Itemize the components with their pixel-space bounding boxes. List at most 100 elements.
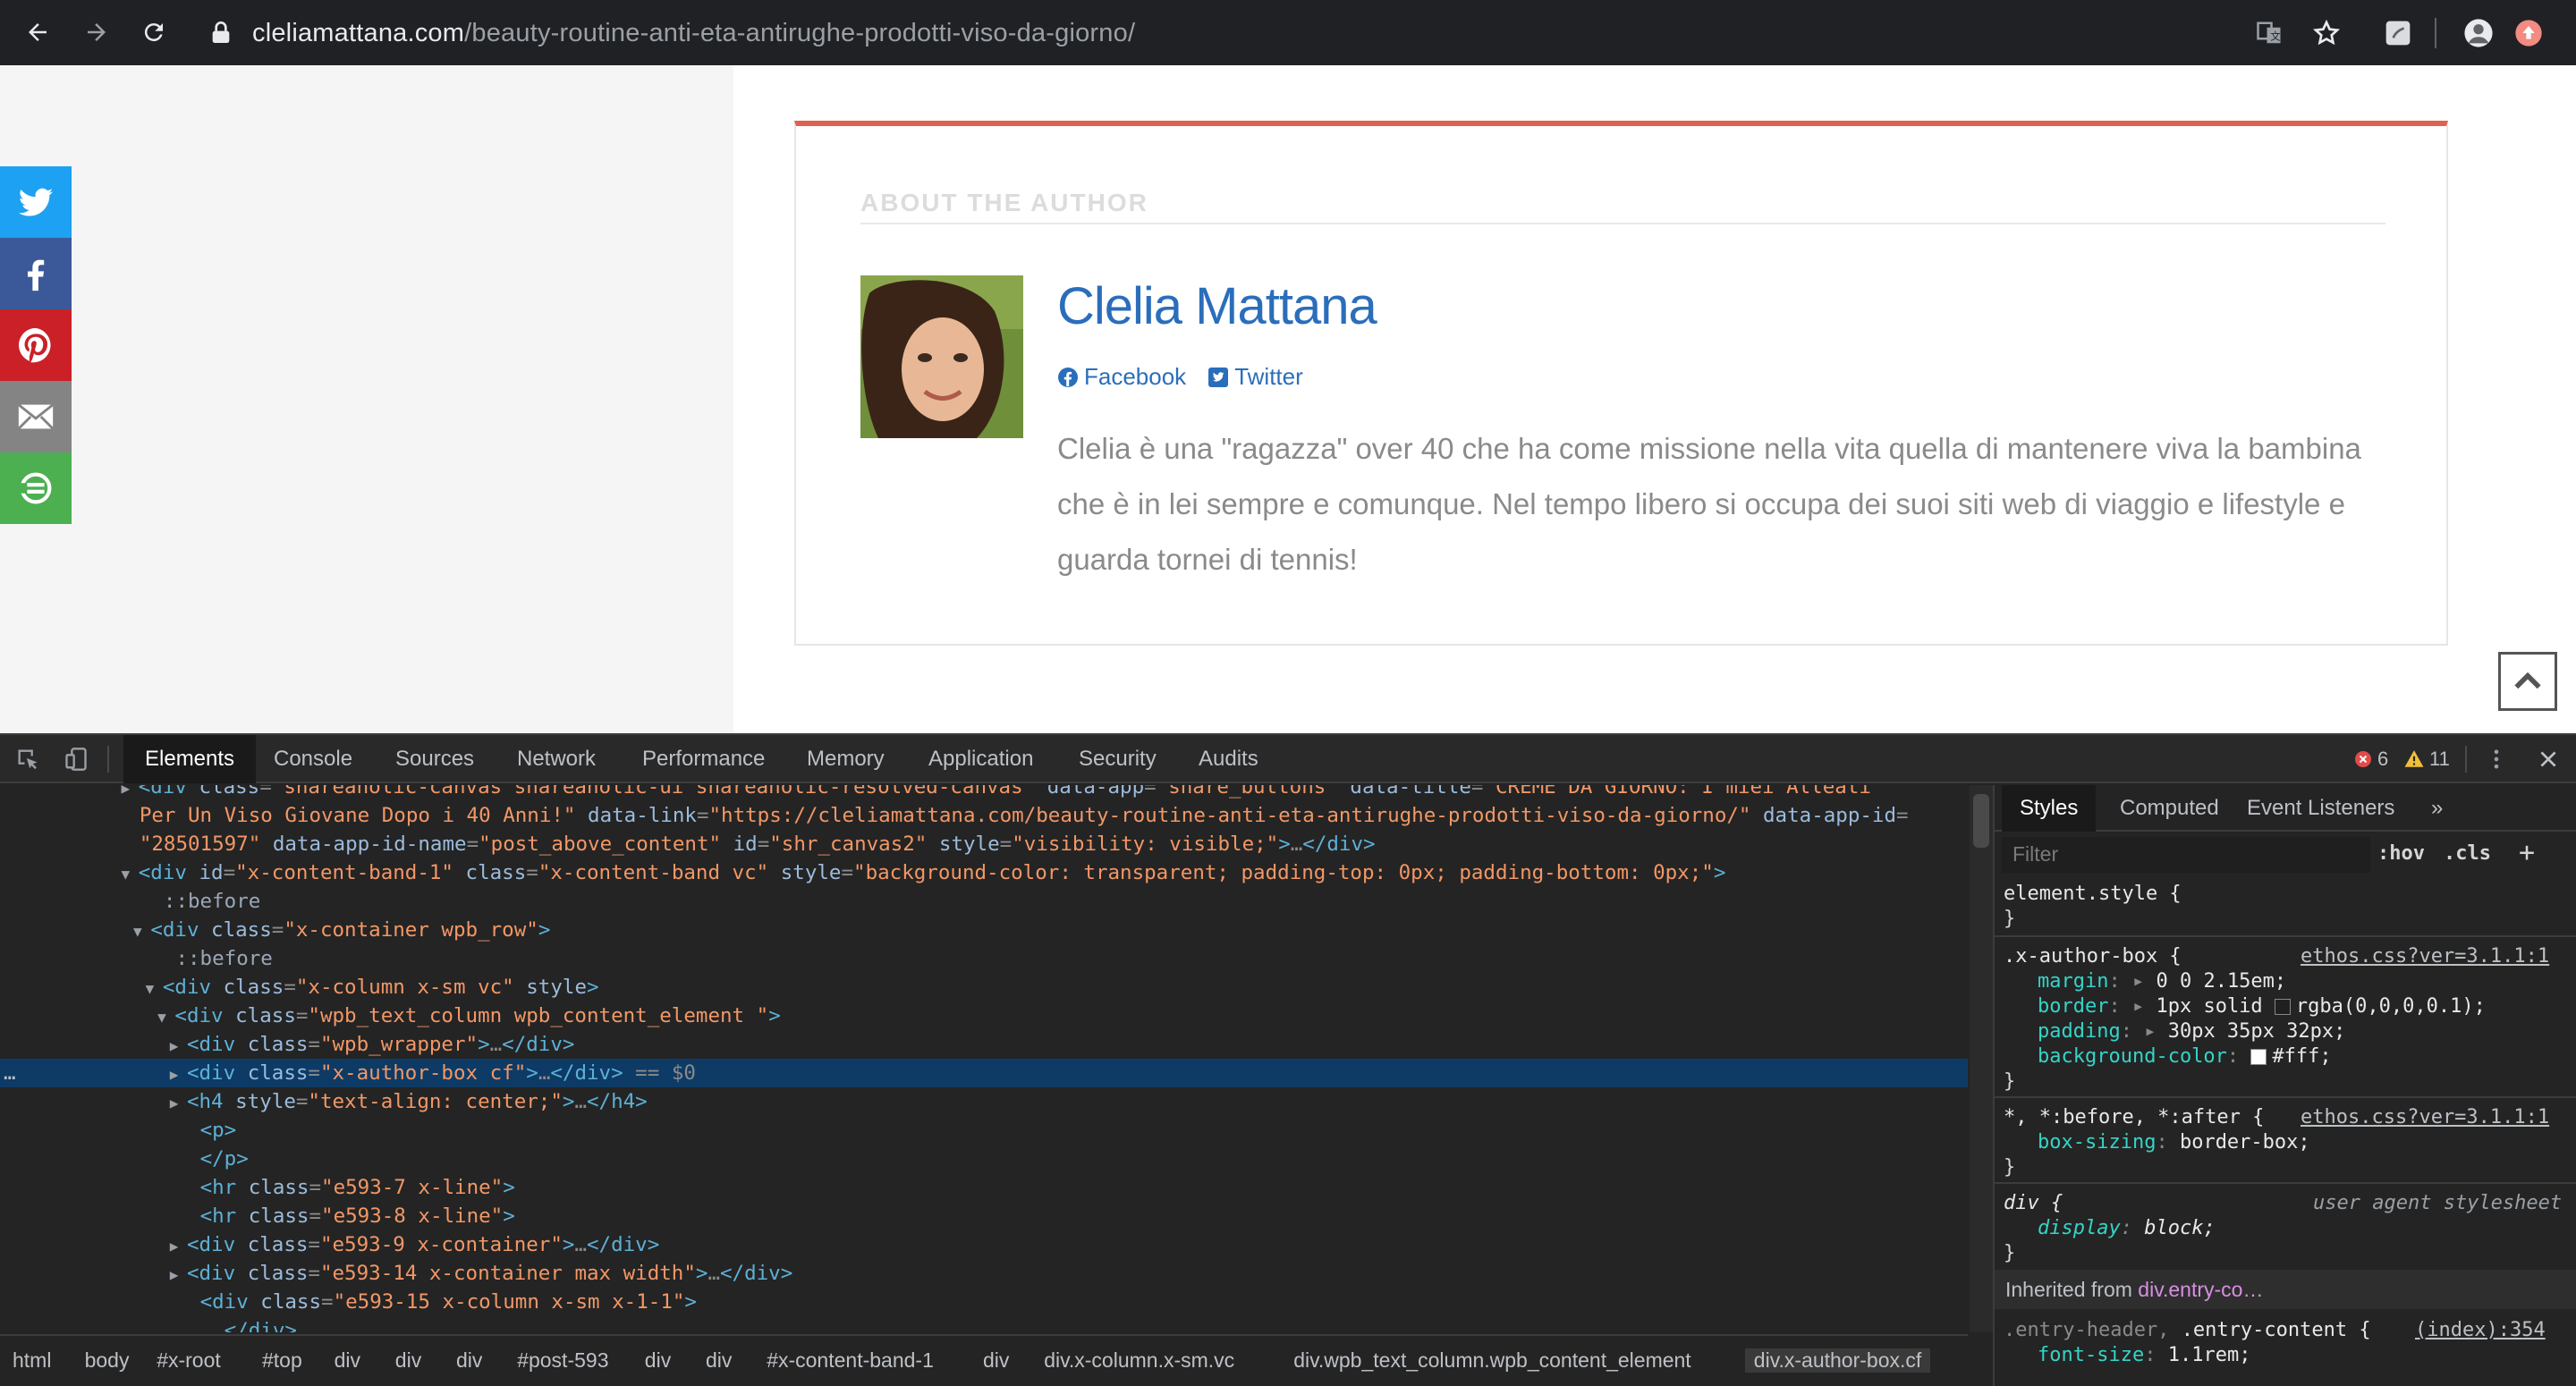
breadcrumb-item[interactable]: div — [335, 1348, 360, 1373]
dom-node[interactable]: ▼ <div class="x-container wpb_row"> — [0, 916, 1968, 944]
extension-icon[interactable] — [2383, 18, 2413, 48]
more-tabs-button[interactable]: » — [2413, 785, 2461, 832]
color-swatch[interactable] — [2250, 1049, 2267, 1065]
node-actions-ellipsis[interactable]: … — [4, 1059, 16, 1087]
profile-avatar-icon[interactable] — [2463, 18, 2494, 48]
reload-button[interactable] — [134, 13, 174, 52]
kebab-menu-icon[interactable] — [2483, 746, 2510, 773]
inspect-element-icon[interactable] — [14, 746, 41, 773]
rule-universal-selector[interactable]: *, *:before, *:after { — [2004, 1105, 2264, 1130]
prop-padding[interactable]: padding: ▸ 30px 35px 32px; — [2038, 1019, 2345, 1044]
prop-box-sizing[interactable]: box-sizing: border-box; — [2038, 1130, 2310, 1155]
breadcrumb-item[interactable]: body — [85, 1348, 130, 1373]
dom-node[interactable]: ▼ <div class="x-column x-sm vc" style> — [0, 973, 1968, 1001]
hov-toggle[interactable]: :hov — [2377, 842, 2425, 865]
device-toolbar-icon[interactable] — [63, 746, 89, 773]
prop-font-size[interactable]: font-size: 1.1rem; — [2038, 1343, 2250, 1368]
breadcrumb-item[interactable]: div.x-author-box.cf — [1744, 1348, 1931, 1373]
tab-sources[interactable]: Sources — [374, 735, 496, 783]
share-more-button[interactable] — [0, 452, 72, 524]
new-style-rule-button[interactable]: + — [2519, 837, 2535, 868]
scrollbar-thumb[interactable] — [1973, 794, 1989, 848]
tab-elements[interactable]: Elements — [123, 735, 257, 783]
breadcrumb-item[interactable]: div — [983, 1348, 1009, 1373]
expand-triangle-closed[interactable]: ▶ — [170, 1238, 187, 1255]
expand-triangle-open[interactable]: ▼ — [146, 980, 163, 997]
expand-triangle-open[interactable]: ▼ — [157, 1009, 174, 1026]
rule-universal-source[interactable]: ethos.css?ver=3.1.1:1 — [2301, 1105, 2549, 1130]
dom-tree[interactable]: ▶ <div class="shareaholic-canvas shareah… — [0, 785, 1968, 1332]
breadcrumb-item[interactable]: div — [395, 1348, 421, 1373]
expand-triangle-closed[interactable]: ▶ — [170, 1037, 187, 1054]
breadcrumb-item[interactable]: div — [456, 1348, 482, 1373]
expand-triangle-closed[interactable]: ▶ — [170, 1066, 187, 1083]
dom-node[interactable]: ▼ <div class="wpb_text_column wpb_conten… — [0, 1001, 1968, 1030]
forward-button[interactable] — [77, 13, 116, 52]
expand-triangle-closed[interactable]: ▶ — [170, 1094, 187, 1111]
dom-node[interactable]: <hr class="e593-8 x-line"> — [0, 1202, 1968, 1230]
inherited-link[interactable]: div.entry-co… — [2138, 1278, 2263, 1301]
error-badge[interactable]: 6 — [2354, 748, 2388, 771]
rule-div-selector[interactable]: div { — [2004, 1191, 2063, 1216]
dom-node[interactable]: <div class="e593-15 x-column x-sm x-1-1"… — [0, 1288, 1968, 1316]
dom-node[interactable]: ▶ <div class="e593-14 x-container max wi… — [0, 1259, 1968, 1288]
share-email-button[interactable] — [0, 381, 72, 452]
dom-node[interactable]: ▶ <div class="shareaholic-canvas shareah… — [0, 785, 1968, 801]
translate-icon[interactable]: 文 — [2254, 18, 2284, 48]
tab-styles[interactable]: Styles — [2002, 785, 2097, 832]
breadcrumb-item[interactable]: #x-content-band-1 — [767, 1348, 934, 1373]
dom-node[interactable]: ::before — [0, 944, 1968, 973]
tab-audits[interactable]: Audits — [1177, 735, 1280, 783]
color-swatch[interactable] — [2274, 999, 2291, 1015]
dom-node[interactable]: <hr class="e593-7 x-line"> — [0, 1173, 1968, 1202]
dom-node-selected[interactable]: … ▶ <div class="x-author-box cf">…</div> … — [0, 1059, 1968, 1087]
tab-event-listeners[interactable]: Event Listeners — [2229, 785, 2412, 832]
close-devtools-icon[interactable] — [2535, 746, 2562, 773]
breadcrumb-item[interactable]: div.x-column.x-sm.vc — [1044, 1348, 1234, 1373]
breadcrumb-item[interactable]: #top — [262, 1348, 302, 1373]
styles-filter-input[interactable]: Filter — [2002, 837, 2370, 873]
tab-memory[interactable]: Memory — [785, 735, 906, 783]
author-name[interactable]: Clelia Mattana — [1057, 276, 1377, 336]
cls-toggle[interactable]: .cls — [2444, 842, 2491, 865]
dom-node[interactable]: ▼ <div id="x-content-band-1" class="x-co… — [0, 858, 1968, 887]
bookmark-star-icon[interactable] — [2311, 18, 2342, 48]
expand-triangle-open[interactable]: ▼ — [122, 866, 139, 883]
rule-author-box-selector[interactable]: .x-author-box { — [2004, 944, 2182, 969]
dom-node[interactable]: </div> — [0, 1316, 1968, 1332]
rule-entry-selector[interactable]: .entry-header, .entry-content { — [2004, 1318, 2371, 1343]
dom-node[interactable]: ▶ <div class="wpb_wrapper">…</div> — [0, 1030, 1968, 1059]
rule-author-box-source[interactable]: ethos.css?ver=3.1.1:1 — [2301, 944, 2549, 969]
dom-tree-scrollbar[interactable] — [1970, 785, 1993, 1332]
tab-console[interactable]: Console — [252, 735, 374, 783]
back-button[interactable] — [18, 13, 57, 52]
address-bar[interactable]: cleliamattana.com/beauty-routine-anti-et… — [191, 6, 2374, 58]
breadcrumb-item[interactable]: div — [645, 1348, 671, 1373]
prop-border[interactable]: border: ▸ 1px solid rgba(0,0,0,0.1); — [2038, 994, 2486, 1019]
expand-triangle-closed[interactable]: ▶ — [122, 785, 139, 797]
dom-node[interactable]: ::before — [0, 887, 1968, 916]
dom-node[interactable]: <p> — [0, 1116, 1968, 1145]
expand-triangle-open[interactable]: ▼ — [133, 923, 150, 940]
tab-application[interactable]: Application — [907, 735, 1055, 783]
breadcrumb-item[interactable]: div.wpb_text_column.wpb_content_element — [1293, 1348, 1691, 1373]
dom-node[interactable]: Per Un Viso Giovane Dopo i 40 Anni!" dat… — [0, 801, 1968, 830]
author-facebook-link[interactable]: Facebook — [1057, 363, 1186, 391]
prop-background-color[interactable]: background-color: #fff; — [2038, 1044, 2332, 1069]
expand-triangle-closed[interactable]: ▶ — [170, 1266, 187, 1283]
tab-security[interactable]: Security — [1057, 735, 1178, 783]
scroll-to-top-button[interactable] — [2498, 652, 2557, 711]
share-facebook-button[interactable] — [0, 238, 72, 309]
breadcrumb-item[interactable]: #x-root — [157, 1348, 221, 1373]
breadcrumb-item[interactable]: div — [706, 1348, 732, 1373]
dom-node[interactable]: ▶ <h4 style="text-align: center;">…</h4> — [0, 1087, 1968, 1116]
prop-display[interactable]: display: block; — [2038, 1216, 2216, 1241]
author-twitter-link[interactable]: Twitter — [1208, 363, 1303, 391]
rule-entry-source[interactable]: (index):354 — [2415, 1318, 2546, 1343]
breadcrumb-item[interactable]: html — [13, 1348, 51, 1373]
dom-node[interactable]: "28501597" data-app-id-name="post_above_… — [0, 830, 1968, 858]
tab-computed[interactable]: Computed — [2102, 785, 2237, 832]
update-icon[interactable] — [2513, 18, 2544, 48]
share-twitter-button[interactable] — [0, 166, 72, 238]
dom-node[interactable]: ▶ <div class="e593-9 x-container">…</div… — [0, 1230, 1968, 1259]
